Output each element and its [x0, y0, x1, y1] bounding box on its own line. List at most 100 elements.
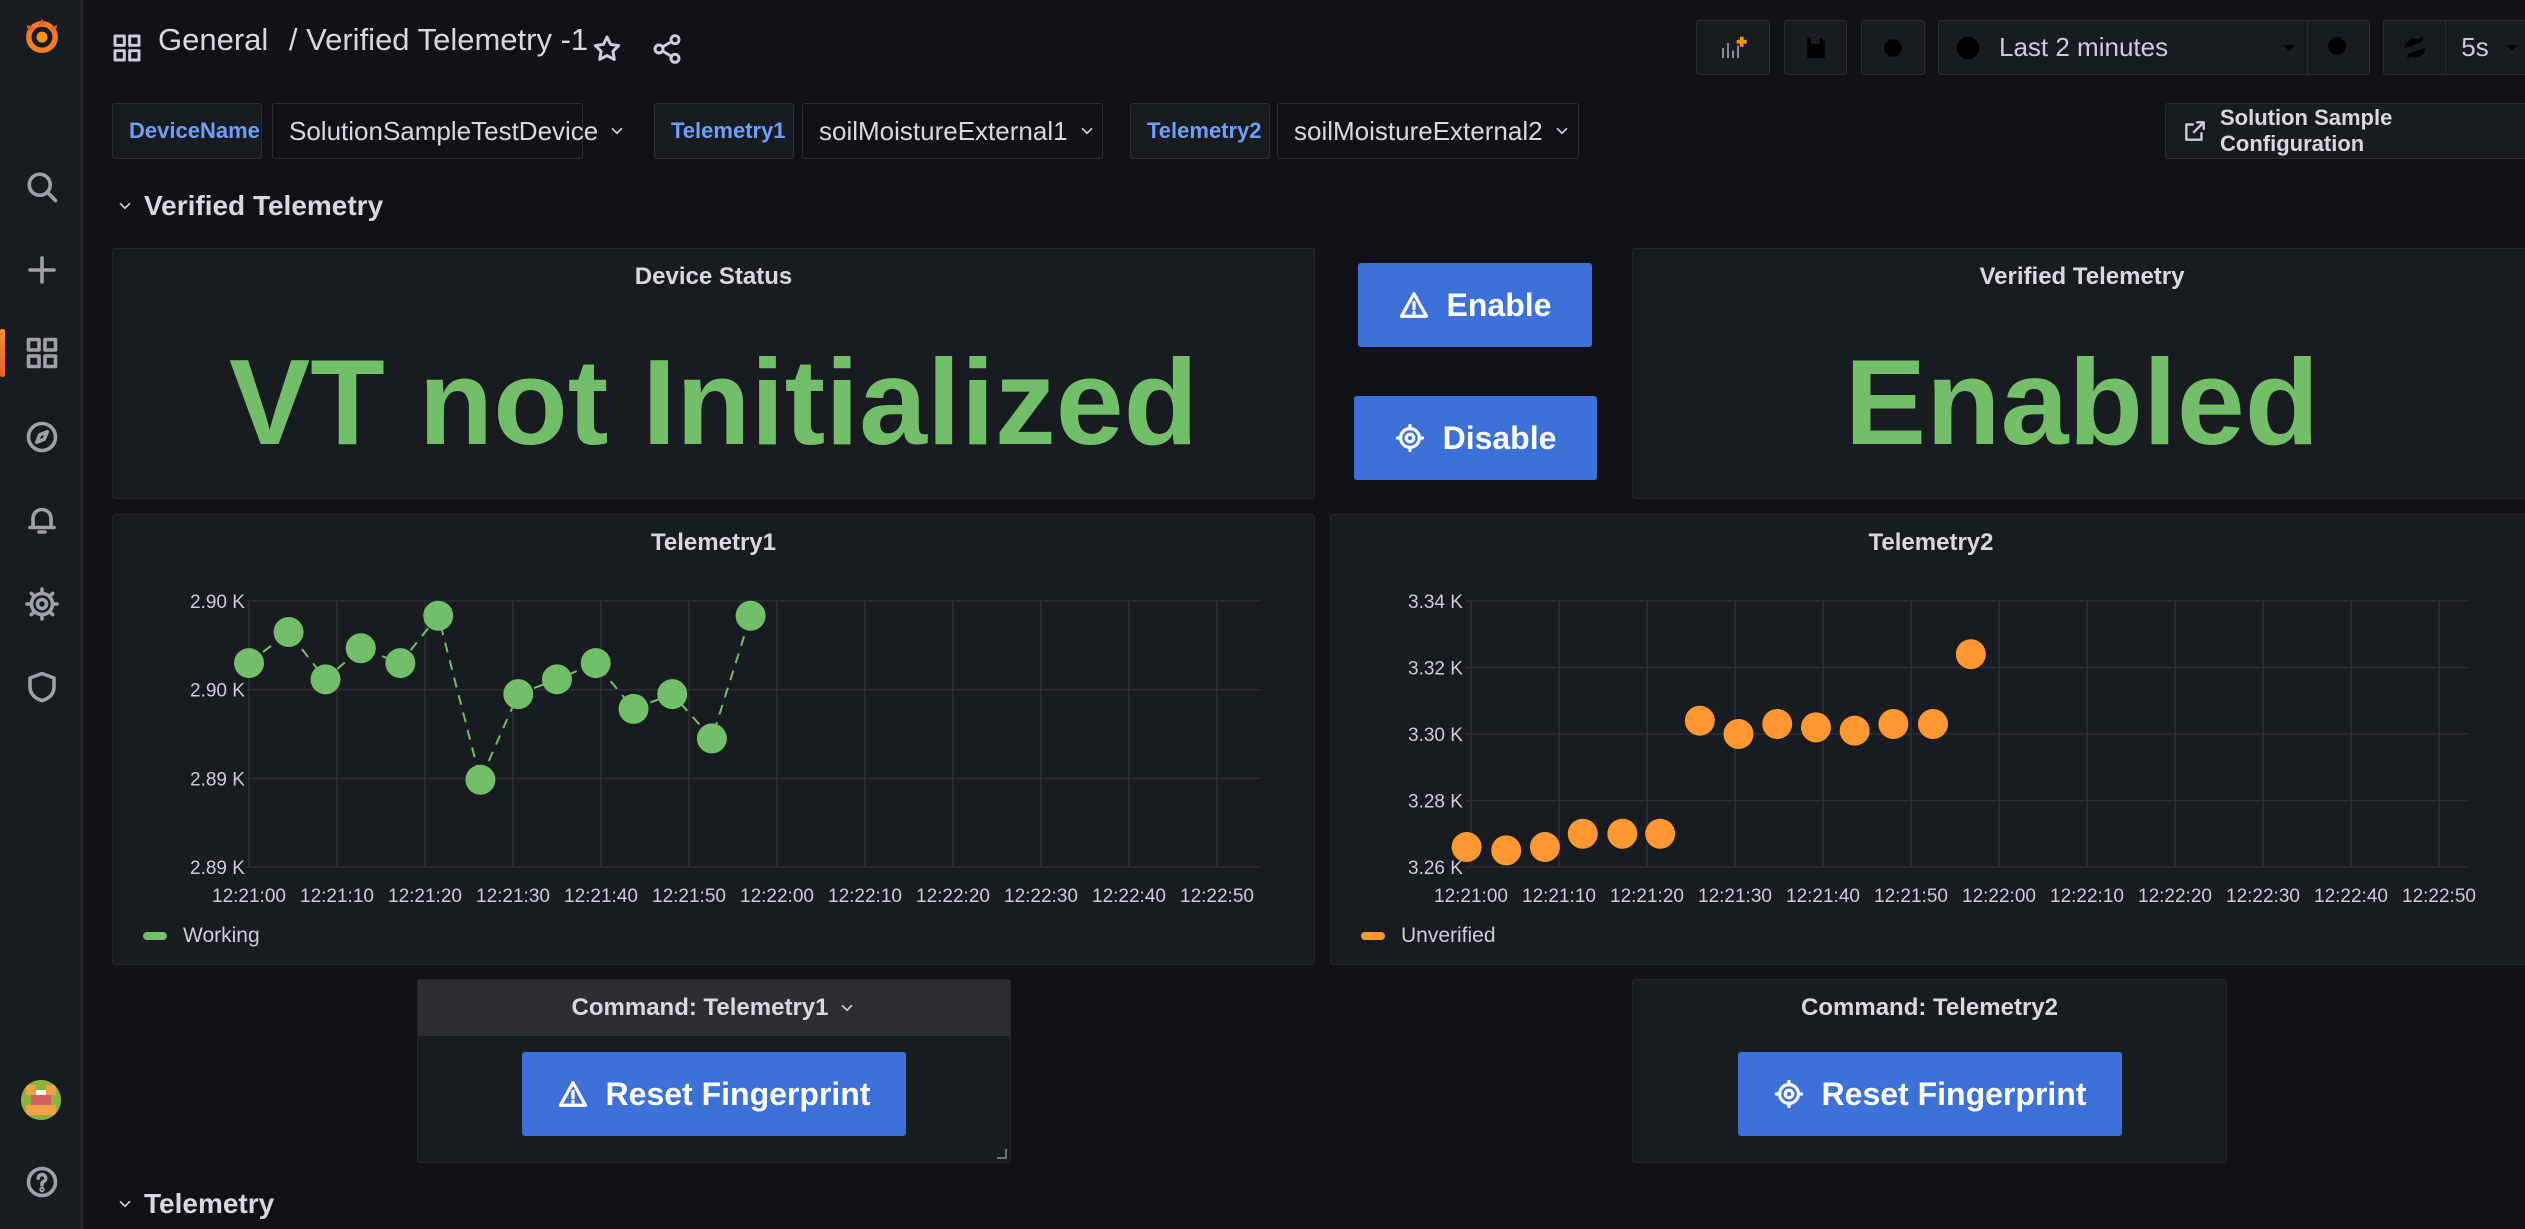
- dashboard-title[interactable]: / Verified Telemetry -1: [289, 22, 588, 57]
- time-range-picker[interactable]: Last 2 minutes: [1938, 20, 2309, 75]
- x-tick-label: 12:22:30: [1004, 886, 1078, 907]
- zoom-out-button[interactable]: [2307, 20, 2370, 75]
- x-tick-label: 12:21:20: [1610, 886, 1684, 907]
- command-telemetry2-panel: Command: Telemetry2 Reset Fingerprint: [1632, 979, 2227, 1163]
- link-label: Solution Sample Configuration: [2220, 105, 2393, 156]
- panel-header[interactable]: Command: Telemetry1: [418, 980, 1010, 1036]
- reset-label: Reset Fingerprint: [1821, 1075, 2087, 1112]
- chevron-down-icon: [116, 197, 134, 215]
- chevron-down-icon: [116, 1195, 134, 1213]
- x-tick-label: 12:21:20: [388, 886, 462, 907]
- enable-button[interactable]: Enable: [1358, 263, 1592, 347]
- chevron-down-icon: [1553, 122, 1571, 140]
- breadcrumb-folder[interactable]: General: [158, 22, 268, 57]
- save-dashboard-button[interactable]: [1784, 20, 1847, 75]
- chevron-down-icon: [2283, 44, 2295, 51]
- grafana-logo-icon[interactable]: [0, 6, 83, 66]
- top-navbar: General / Verified Telemetry -1 Last 2 m…: [83, 0, 2525, 95]
- chevron-down-icon: [1078, 122, 1096, 140]
- refresh-button[interactable]: [2383, 20, 2447, 75]
- data-point: [735, 600, 766, 631]
- chart-legend[interactable]: Working: [143, 924, 260, 948]
- data-point: [234, 648, 264, 679]
- data-point: [1723, 719, 1754, 749]
- x-tick-label: 12:22:30: [2226, 886, 2300, 907]
- panel-title: Device Status: [634, 263, 793, 290]
- refresh-icon: [2405, 36, 2425, 59]
- star-icon[interactable]: [591, 33, 623, 65]
- data-point: [1878, 709, 1909, 740]
- dashboard-grid-icon: [111, 32, 143, 64]
- x-tick-label: 12:21:50: [652, 886, 726, 907]
- variable-select-devicename[interactable]: SolutionSampleTestDevice: [272, 103, 623, 159]
- telemetry2-panel: Telemetry2 3.34 K 3.32 K 3.30 K 3.28 K 3.26 …: [1330, 514, 2525, 965]
- legend-label: Working: [183, 924, 260, 947]
- row-telemetry[interactable]: Telemetry: [116, 1188, 274, 1220]
- refresh-interval-picker[interactable]: 5s: [2445, 20, 2525, 75]
- data-point: [1684, 705, 1715, 736]
- create-plus-icon[interactable]: [0, 240, 83, 300]
- chart-legend[interactable]: Unverified: [1361, 924, 1496, 948]
- share-icon[interactable]: [651, 33, 683, 65]
- data-point: [542, 664, 572, 695]
- x-tick-label: 12:22:40: [1092, 886, 1166, 907]
- verified-telemetry-value: Enabled: [1844, 334, 2320, 470]
- warning-icon: [1399, 292, 1428, 318]
- panel-title: Command: Telemetry1: [571, 994, 829, 1021]
- chevron-down-icon: [608, 122, 626, 140]
- data-point: [1491, 835, 1522, 866]
- panel-title: Command: Telemetry2: [1801, 994, 2058, 1021]
- x-tick-label: 12:22:50: [1180, 886, 1254, 907]
- data-point: [385, 648, 416, 679]
- y-tick-label: 3.34 K: [1408, 592, 1463, 613]
- gear-icon: [1395, 423, 1424, 453]
- data-point: [1800, 712, 1831, 743]
- panel-header[interactable]: Command: Telemetry2: [1633, 980, 2226, 1036]
- data-point: [1918, 709, 1948, 740]
- solution-sample-configuration-link[interactable]: Solution Sample Configuration: [2165, 103, 2525, 159]
- variable-select-telemetry1[interactable]: soilMoistureExternal1: [802, 103, 1103, 159]
- configuration-gear-icon[interactable]: [0, 574, 83, 634]
- reset-fingerprint-2-button[interactable]: Reset Fingerprint: [1738, 1052, 2122, 1136]
- data-point: [580, 648, 611, 679]
- data-point: [696, 723, 727, 754]
- dashboards-icon[interactable]: [0, 323, 83, 383]
- add-panel-button[interactable]: [1696, 20, 1770, 75]
- y-tick-label: 3.32 K: [1408, 659, 1463, 680]
- alerting-bell-icon[interactable]: [0, 490, 83, 550]
- resize-handle[interactable]: [997, 1149, 1007, 1159]
- x-tick-label: 12:22:40: [2314, 886, 2388, 907]
- data-point: [503, 679, 534, 710]
- gear-icon: [1880, 35, 1906, 60]
- disable-button[interactable]: Disable: [1354, 396, 1597, 480]
- search-icon[interactable]: [0, 157, 83, 217]
- help-question-icon[interactable]: [0, 1152, 83, 1212]
- user-avatar[interactable]: [21, 1080, 61, 1120]
- telemetry1-chart[interactable]: 2.90 K 2.90 K 2.89 K 2.89 K 12:21:00 12:21:10…: [113, 515, 1316, 915]
- dashboard-settings-button[interactable]: [1861, 20, 1925, 75]
- y-tick-label: 3.26 K: [1408, 858, 1463, 879]
- variable-value: soilMoistureExternal2: [1294, 115, 1543, 146]
- y-tick-label: 2.89 K: [190, 769, 245, 790]
- telemetry2-chart[interactable]: 3.34 K 3.32 K 3.30 K 3.28 K 3.26 K 12:21:00 12…: [1331, 515, 2525, 915]
- x-tick-label: 12:21:00: [1434, 886, 1508, 907]
- breadcrumb: General / Verified Telemetry -1: [158, 22, 588, 58]
- telemetry1-panel: Telemetry1 2.90 K 2.90 K 2.89 K 2.89 K 12:21…: [112, 514, 1315, 965]
- row-verified-telemetry[interactable]: Verified Telemetry: [116, 190, 383, 222]
- data-point: [1607, 818, 1638, 849]
- row-title: Telemetry: [144, 1188, 275, 1219]
- variable-value: SolutionSampleTestDevice: [289, 115, 599, 146]
- x-tick-label: 12:22:10: [828, 886, 902, 907]
- data-point: [465, 764, 496, 795]
- legend-swatch: [1361, 932, 1385, 940]
- x-tick-label: 12:22:20: [2138, 886, 2212, 907]
- reset-fingerprint-1-button[interactable]: Reset Fingerprint: [522, 1052, 906, 1136]
- server-admin-shield-icon[interactable]: [0, 657, 83, 717]
- explore-compass-icon[interactable]: [0, 407, 83, 467]
- legend-swatch: [143, 932, 167, 940]
- add-panel-icon: [1722, 36, 1747, 58]
- variable-select-telemetry2[interactable]: soilMoistureExternal2: [1277, 103, 1579, 159]
- y-tick-label: 2.89 K: [190, 858, 245, 879]
- data-point: [1839, 715, 1870, 746]
- x-tick-label: 12:21:30: [1698, 886, 1772, 907]
